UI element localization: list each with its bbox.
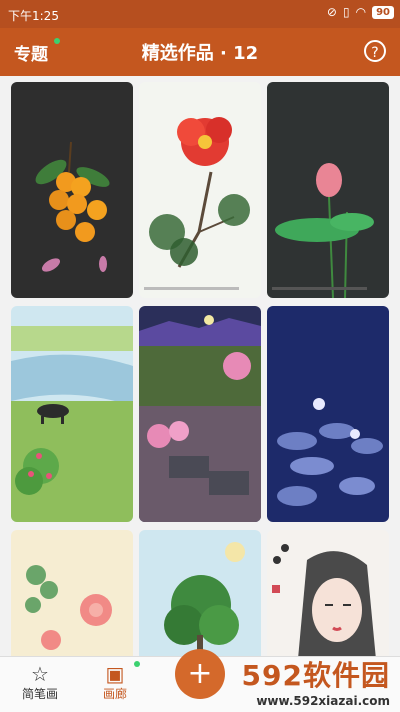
- artwork-tree-sun[interactable]: [139, 530, 261, 656]
- battery-icon: 90: [372, 5, 394, 19]
- bottom-tab-bar: ☆ 简笔画 ▣ 画廊 + 592软件园 www.592xiazai.com: [0, 649, 400, 712]
- watermark: 592软件园 www.592xiazai.com: [242, 654, 390, 708]
- create-button[interactable]: +: [175, 649, 225, 699]
- wifi-icon: ◠: [355, 5, 367, 19]
- gallery-icon: ▣: [105, 662, 125, 686]
- tab-sketch[interactable]: ☆ 简笔画: [5, 663, 75, 702]
- sim-icon: ▯: [342, 5, 350, 19]
- star-icon: ☆: [31, 662, 49, 686]
- artwork-peony-pine[interactable]: [139, 82, 261, 298]
- help-icon[interactable]: ?: [364, 40, 386, 62]
- tab-gallery[interactable]: ▣ 画廊: [80, 663, 150, 702]
- artwork-river-buffalo[interactable]: [11, 306, 133, 522]
- tab-badge: [134, 661, 140, 667]
- tab-label: 简笔画: [21, 687, 58, 701]
- artwork-village-blossoms[interactable]: [139, 306, 261, 522]
- gallery-grid: [0, 76, 400, 656]
- plus-icon: +: [187, 656, 213, 691]
- watermark-url: www.592xiazai.com: [256, 694, 390, 708]
- tab-label: 画廊: [102, 687, 127, 701]
- status-icons: ⊘ ▯ ◠ 90: [327, 5, 394, 19]
- artwork-lotus-bud[interactable]: [267, 82, 389, 298]
- watermark-brand: 592软件园: [241, 659, 390, 692]
- status-time: 下午1:25: [8, 9, 59, 23]
- page-title: 精选作品 · 12: [141, 43, 259, 64]
- mute-icon: ⊘: [326, 5, 337, 19]
- app-bar: 专题 精选作品 · 12 ?: [0, 28, 400, 76]
- artwork-night-lotus[interactable]: [267, 306, 389, 522]
- artwork-pink-flowers[interactable]: [11, 530, 133, 656]
- status-bar: 下午1:25 ⊘ ▯ ◠ 90: [0, 0, 400, 28]
- artwork-oranges[interactable]: [11, 82, 133, 298]
- artwork-woman-portrait[interactable]: [267, 530, 389, 656]
